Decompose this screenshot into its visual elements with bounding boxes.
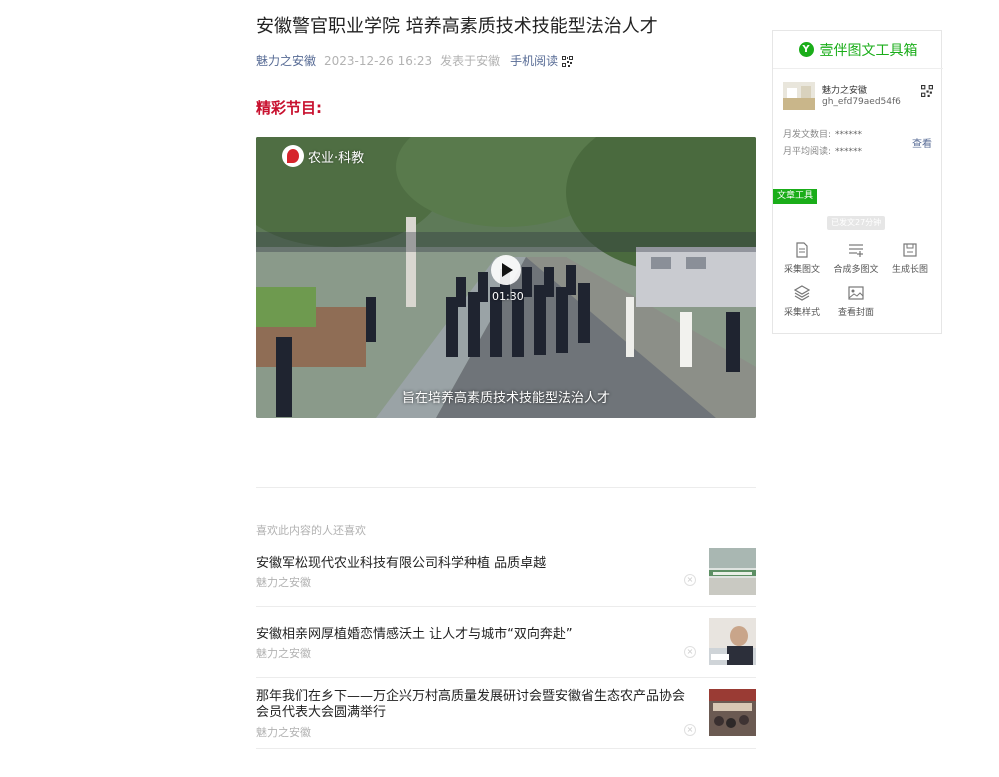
tool-label: 查看封面 xyxy=(837,308,874,318)
publish-location: 发表于安徽 xyxy=(440,54,501,68)
stat-label: 月平均阅读: xyxy=(783,147,832,157)
close-icon[interactable]: × xyxy=(684,646,696,658)
save-icon xyxy=(902,242,918,258)
divider xyxy=(256,487,756,488)
stat-value: ****** xyxy=(835,130,863,140)
author-link[interactable]: 魅力之安徽 xyxy=(256,53,316,69)
channel-logo-text: 农业·科教 xyxy=(308,150,365,166)
recommendation-item[interactable]: 安徽军松现代农业科技有限公司科学种植 品质卓越 魅力之安徽 × xyxy=(256,544,756,607)
account-avatar xyxy=(783,82,815,110)
document-icon xyxy=(794,242,810,258)
article-meta: 魅力之安徽 2023-12-26 16:23 发表于安徽 手机阅读 xyxy=(256,53,574,69)
video-duration: 01:30 xyxy=(492,290,524,303)
yiban-logo-icon: Y xyxy=(798,42,814,57)
mobile-read-link[interactable]: 手机阅读 xyxy=(510,53,558,69)
tool-view-cover[interactable]: 查看封面 xyxy=(829,285,883,318)
tool-collect-style[interactable]: 采集样式 xyxy=(775,285,829,318)
recommendation-item[interactable]: 那年我们在乡下——万企兴万村高质量发展研讨会暨安徽省生态农产品协会会员代表大会圆… xyxy=(256,678,756,749)
article-tools-tag: 文章工具 xyxy=(773,189,818,204)
toolbox-header: Y 壹伴图文工具箱 xyxy=(773,31,943,69)
account-name: 魅力之安徽 xyxy=(822,86,868,96)
recommendation-thumbnail[interactable] xyxy=(709,548,756,595)
tool-collect-article[interactable]: 采集图文 xyxy=(775,242,829,275)
view-stats-link[interactable]: 查看 xyxy=(912,135,932,150)
video-subtitle: 旨在培养高素质技术技能型法治人才 xyxy=(401,391,610,406)
close-icon[interactable]: × xyxy=(684,724,696,736)
toolbox-sidebar: Y 壹伴图文工具箱 魅力之安徽 gh_efd79aed54f6 月发文数目: **… xyxy=(772,30,943,334)
recommendation-title[interactable]: 安徽军松现代农业科技有限公司科学种植 品质卓越 xyxy=(256,556,696,572)
tool-merge-articles[interactable]: 合成多图文 xyxy=(829,242,883,275)
tool-label: 生成长图 xyxy=(891,265,928,275)
channel-logo: 农业·科教 xyxy=(282,145,364,167)
published-time-badge: 已发文27分钟 xyxy=(827,216,886,230)
article-title: 安徽警官职业学院 培养高素质技术技能型法治人才 xyxy=(256,16,658,37)
recommendation-title[interactable]: 那年我们在乡下——万企兴万村高质量发展研讨会暨安徽省生态农产品协会会员代表大会圆… xyxy=(256,689,696,721)
stat-label: 月发文数目: xyxy=(783,130,832,140)
qr-code-icon[interactable] xyxy=(562,55,574,67)
tool-label: 采集图文 xyxy=(783,265,820,275)
list-add-icon xyxy=(848,242,864,258)
recommendation-source: 魅力之安徽 xyxy=(256,576,311,589)
recommendation-title[interactable]: 安徽相亲网厚植婚恋情感沃土 让人才与城市“双向奔赴” xyxy=(256,627,696,643)
video-player[interactable]: 农业·科教 01:30 旨在培养高素质技术技能型法治人才 xyxy=(256,137,756,418)
recommendation-thumbnail[interactable] xyxy=(709,689,756,736)
account-id: gh_efd79aed54f6 xyxy=(822,97,901,107)
tool-label: 合成多图文 xyxy=(833,265,879,275)
recommendations-heading: 喜欢此内容的人还喜欢 xyxy=(256,524,366,537)
recommendation-source: 魅力之安徽 xyxy=(256,647,311,660)
monthly-posts-stat: 月发文数目: ****** xyxy=(783,127,862,140)
publish-date: 2023-12-26 16:23 xyxy=(324,54,433,68)
channel-logo-icon xyxy=(282,145,304,167)
section-heading: 精彩节目: xyxy=(256,99,322,117)
recommendation-source: 魅力之安徽 xyxy=(256,726,311,739)
tool-label: 采集样式 xyxy=(783,308,820,318)
monthly-reads-stat: 月平均阅读: ****** xyxy=(783,144,862,157)
recommendation-item[interactable]: 安徽相亲网厚植婚恋情感沃土 让人才与城市“双向奔赴” 魅力之安徽 × xyxy=(256,607,756,678)
recommendation-thumbnail[interactable] xyxy=(709,618,756,665)
play-button[interactable] xyxy=(491,255,521,285)
qr-code-icon[interactable] xyxy=(921,82,933,101)
stat-value: ****** xyxy=(835,147,863,157)
toolbox-title: 壹伴图文工具箱 xyxy=(819,42,918,59)
tool-long-image[interactable]: 生成长图 xyxy=(883,242,937,275)
layers-icon xyxy=(793,285,811,301)
close-icon[interactable]: × xyxy=(684,574,696,586)
image-icon xyxy=(848,285,864,301)
